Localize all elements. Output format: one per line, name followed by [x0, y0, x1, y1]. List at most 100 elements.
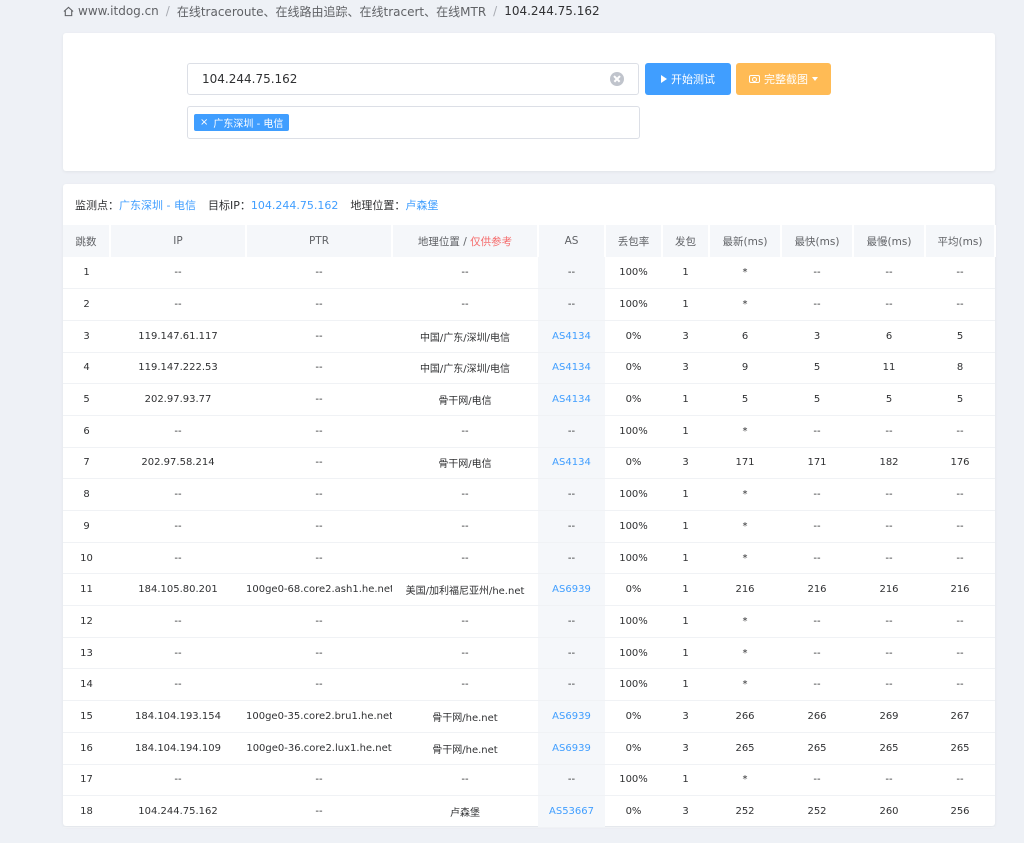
cell-as: --: [538, 257, 605, 290]
node-label: 监测点：: [75, 199, 119, 212]
cell-as: --: [538, 510, 605, 543]
cell-ptr: --: [246, 320, 392, 353]
cell-best: --: [781, 288, 853, 321]
cell-last: *: [709, 542, 781, 575]
result-panel: 监测点：广东深圳 - 电信 目标IP：104.244.75.162 地理位置：卢…: [63, 184, 996, 828]
cell-ip: --: [110, 637, 246, 670]
col-sent: 发包: [662, 225, 710, 257]
cell-ip: 119.147.222.53: [110, 352, 246, 385]
cell-as[interactable]: AS6939: [538, 573, 605, 607]
play-icon: [661, 75, 667, 83]
caret-down-icon: [812, 77, 818, 81]
cell-best: 216: [781, 573, 853, 607]
cell-avg: 176: [925, 447, 995, 480]
cell-as[interactable]: AS4134: [538, 447, 605, 480]
breadcrumb: www.itdog.cn / 在线traceroute、在线路由追踪、在线tra…: [63, 3, 600, 19]
col-ip: IP: [110, 225, 247, 257]
cell-ip: 104.244.75.162: [110, 795, 246, 828]
cell-sent: 3: [662, 732, 709, 765]
cell-sent: 3: [662, 700, 709, 733]
table-row: 13 -- -- -- -- 100% 1 * -- -- --: [63, 637, 995, 670]
node-tag-label: 广东深圳 - 电信: [213, 119, 284, 130]
cell-last: *: [709, 415, 781, 448]
cell-best: --: [781, 478, 853, 511]
cell-last: 252: [709, 795, 781, 828]
target-input-value[interactable]: 104.244.75.162: [202, 72, 610, 86]
cell-avg: --: [925, 415, 995, 448]
cell-ptr: --: [246, 352, 392, 385]
cell-loss: 100%: [605, 764, 662, 797]
cell-hop: 16: [63, 732, 110, 765]
cell-ip: --: [110, 668, 246, 702]
cell-avg: 267: [925, 700, 995, 733]
cell-worst: 269: [853, 700, 925, 733]
cell-best: 265: [781, 732, 853, 765]
cell-ptr: --: [246, 542, 392, 575]
cell-ptr: --: [246, 447, 392, 480]
cell-sent: 1: [662, 478, 709, 511]
cell-loss: 0%: [605, 383, 662, 416]
geo-value: 卢森堡: [405, 199, 439, 212]
cell-ptr: --: [246, 288, 392, 321]
cell-as[interactable]: AS6939: [538, 732, 605, 765]
cell-avg: 8: [925, 352, 995, 385]
cell-ip: --: [110, 764, 246, 797]
cell-worst: 11: [853, 352, 925, 385]
cell-avg: --: [925, 288, 995, 321]
breadcrumb-home[interactable]: www.itdog.cn: [78, 4, 159, 18]
node-select[interactable]: × 广东深圳 - 电信: [187, 106, 640, 139]
cell-sent: 1: [662, 764, 709, 797]
cell-last: *: [709, 668, 781, 702]
cell-ip: --: [110, 510, 246, 543]
cell-worst: --: [853, 415, 925, 448]
cell-ptr: --: [246, 478, 392, 511]
cell-loss: 0%: [605, 320, 662, 353]
cell-as[interactable]: AS6939: [538, 700, 605, 733]
cell-hop: 17: [63, 764, 110, 797]
cell-worst: --: [853, 637, 925, 670]
cell-as[interactable]: AS4134: [538, 352, 605, 385]
table-row: 8 -- -- -- -- 100% 1 * -- -- --: [63, 478, 995, 511]
cell-last: *: [709, 637, 781, 670]
cell-best: --: [781, 637, 853, 670]
cell-hop: 8: [63, 478, 110, 511]
cell-hop: 4: [63, 352, 110, 385]
col-best: 最快(ms): [781, 225, 854, 257]
cell-ip: 202.97.93.77: [110, 383, 246, 416]
cell-worst: --: [853, 478, 925, 511]
cell-hop: 14: [63, 668, 110, 702]
cell-hop: 13: [63, 637, 110, 670]
cell-worst: 182: [853, 447, 925, 480]
cell-as[interactable]: AS53667: [538, 795, 605, 828]
cell-as: --: [538, 542, 605, 575]
tag-close-icon[interactable]: ×: [200, 117, 208, 128]
clear-icon[interactable]: [610, 72, 624, 86]
col-hop: 跳数: [63, 225, 111, 257]
cell-ptr: --: [246, 383, 392, 416]
table-row: 2 -- -- -- -- 100% 1 * -- -- --: [63, 288, 995, 321]
cell-loss: 100%: [605, 257, 662, 290]
cell-sent: 1: [662, 510, 709, 543]
screenshot-button[interactable]: 完整截图: [736, 63, 831, 95]
cell-worst: --: [853, 510, 925, 543]
col-geo: 地理位置 / 仅供参考: [392, 225, 539, 257]
cell-worst: 216: [853, 573, 925, 607]
screenshot-label: 完整截图: [764, 73, 808, 86]
target-input[interactable]: 104.244.75.162: [187, 63, 639, 95]
cell-worst: --: [853, 668, 925, 702]
start-test-button[interactable]: 开始测试: [645, 63, 731, 95]
breadcrumb-section[interactable]: 在线traceroute、在线路由追踪、在线tracert、在线MTR: [177, 3, 486, 20]
cell-as: --: [538, 478, 605, 511]
cell-worst: --: [853, 764, 925, 797]
cell-sent: 1: [662, 542, 709, 575]
cell-loss: 100%: [605, 510, 662, 543]
cell-sent: 1: [662, 668, 709, 702]
cell-loss: 0%: [605, 447, 662, 480]
cell-ip: 184.104.194.109: [110, 732, 246, 765]
cell-loss: 100%: [605, 637, 662, 670]
cell-loss: 100%: [605, 288, 662, 321]
cell-as[interactable]: AS4134: [538, 383, 605, 416]
cell-ptr: 100ge0-68.core2.ash1.he.net: [246, 573, 392, 607]
cell-as[interactable]: AS4134: [538, 320, 605, 353]
col-loss: 丢包率: [605, 225, 663, 257]
